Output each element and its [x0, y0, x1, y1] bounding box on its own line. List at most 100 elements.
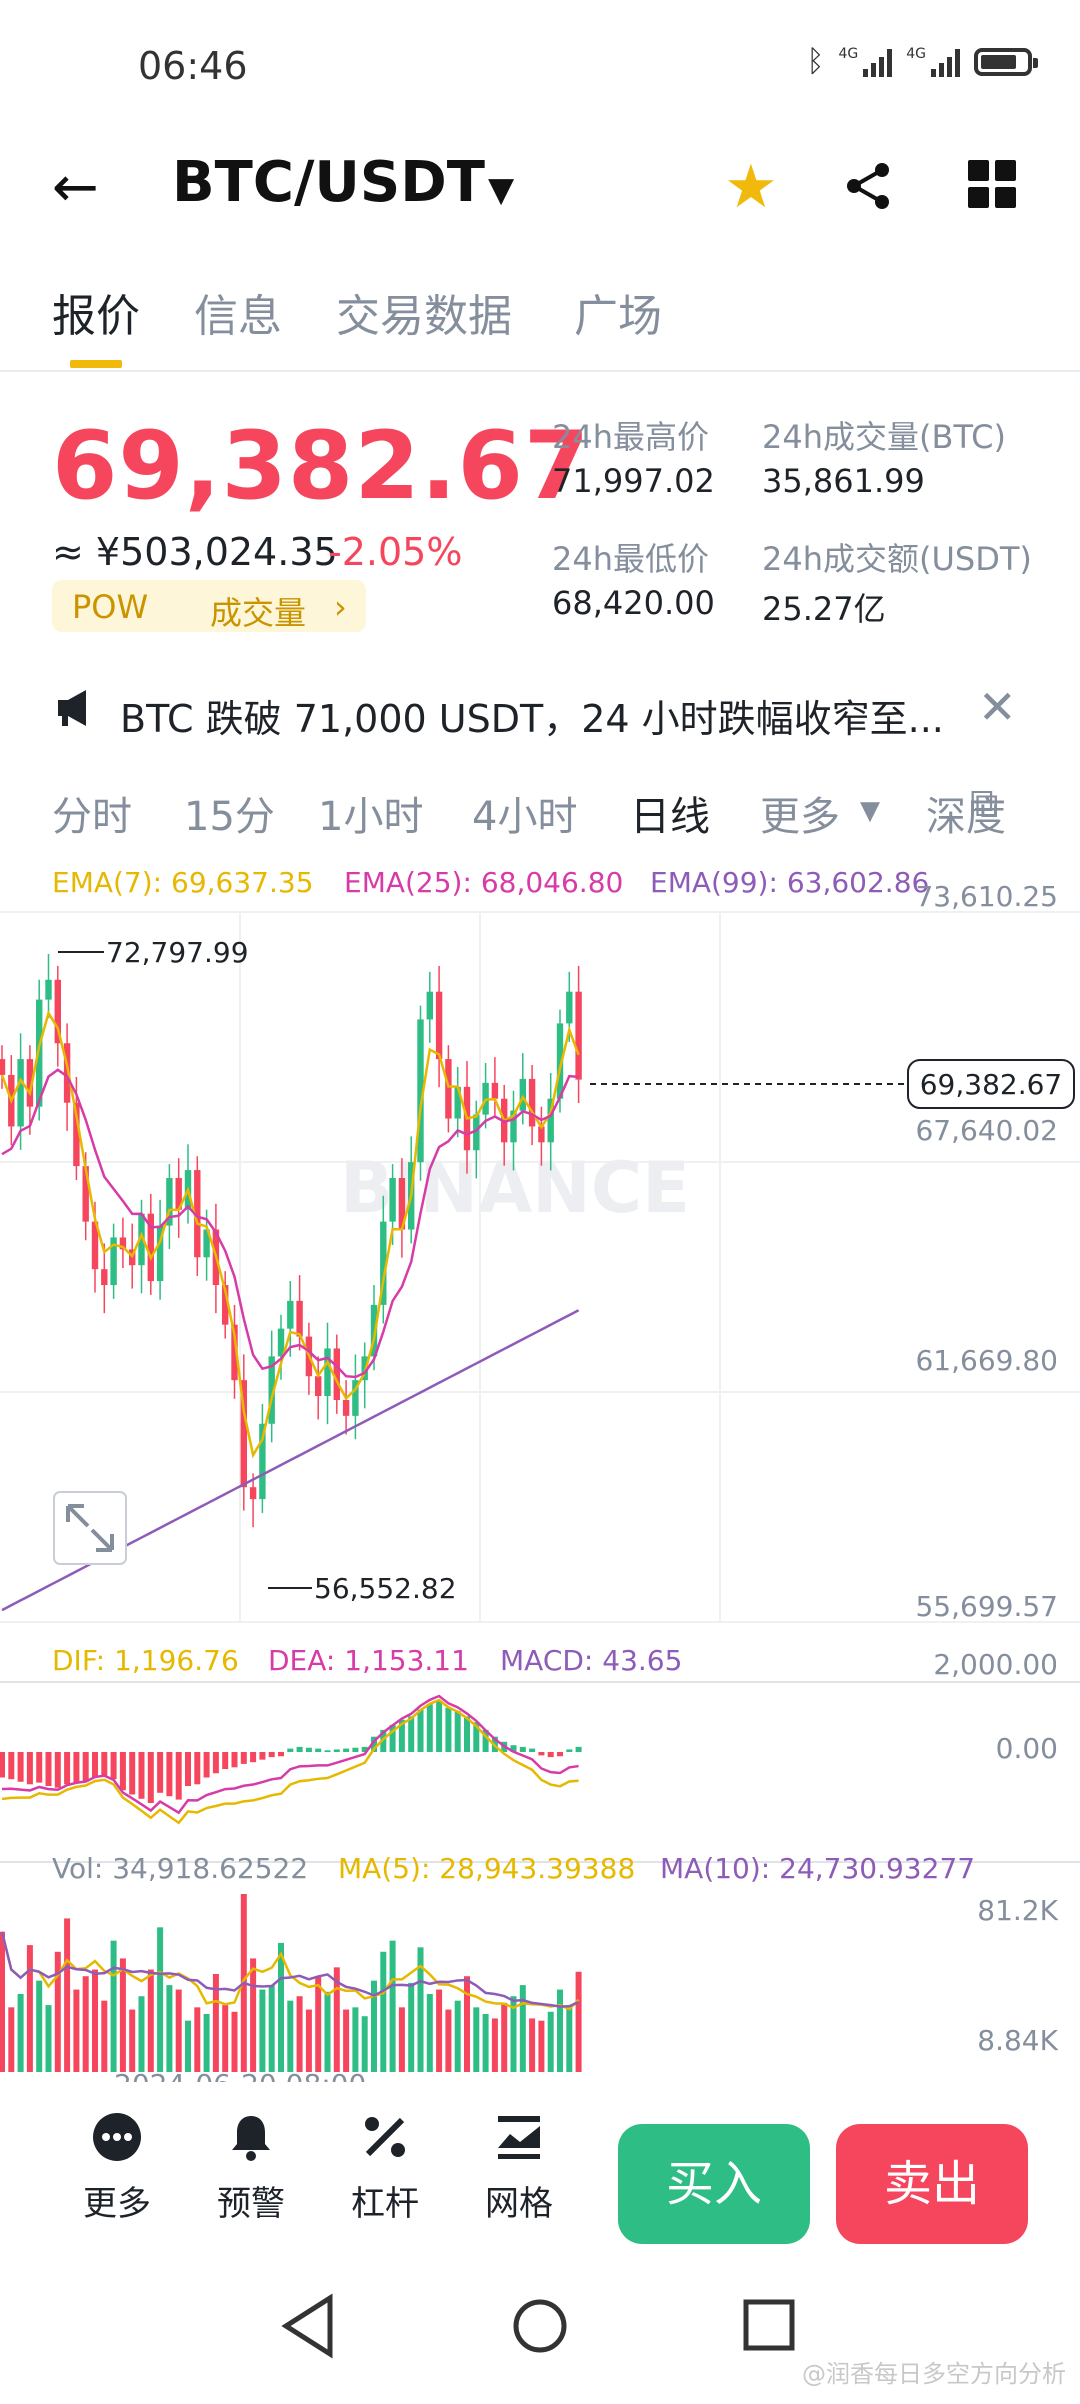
macd-bar	[268, 1752, 275, 1758]
volume-bar	[547, 2011, 554, 2074]
megaphone-icon	[54, 686, 98, 734]
macd-bar	[259, 1752, 266, 1760]
high-marker: 72,797.99	[58, 936, 249, 969]
chart-settings-icon[interactable]: ⧉	[970, 780, 999, 826]
candle	[342, 1399, 350, 1416]
nav-home-icon[interactable]	[513, 2299, 567, 2353]
leverage-button[interactable]: 杠杆	[330, 2112, 440, 2225]
grid-menu-icon[interactable]	[968, 160, 1016, 208]
interval-4h[interactable]: 4小时	[472, 784, 577, 842]
interval-more[interactable]: 更多	[760, 784, 840, 842]
candle	[45, 979, 52, 1000]
tag-bar[interactable]: POW 成交量 ›	[52, 580, 366, 632]
macd-bar	[73, 1752, 80, 1783]
buy-button[interactable]: 买入	[618, 2124, 810, 2244]
volume-bar	[185, 2020, 191, 2074]
back-arrow-icon[interactable]: ←	[52, 160, 99, 216]
candle	[519, 1078, 526, 1111]
price-change: -2.05%	[328, 530, 463, 574]
chart-area[interactable]: BINANCE EMA(7): 69,637.35 EMA(25): 68,04…	[0, 852, 1080, 2101]
volume-bar	[464, 1976, 470, 2074]
interval-1d[interactable]: 日线	[630, 784, 710, 842]
high-label: 24h最高价	[552, 418, 710, 456]
macd-bar	[36, 1752, 43, 1783]
price-chart[interactable]: BINANCE EMA(7): 69,637.35 EMA(25): 68,04…	[0, 852, 1080, 2101]
macd-bar	[454, 1711, 461, 1752]
volume-bar	[296, 1996, 303, 2074]
tag-volume: 成交量	[210, 594, 307, 632]
alert-label: 预警	[217, 2184, 285, 2224]
share-icon[interactable]	[842, 160, 894, 216]
volume-bar	[17, 1994, 24, 2074]
dif-label: DIF: 1,196.76	[52, 1644, 239, 1677]
high-value: 71,997.02	[552, 462, 715, 500]
bell-icon	[232, 2116, 270, 2161]
close-icon[interactable]: ✕	[978, 680, 1017, 734]
volume-bar	[519, 1985, 526, 2074]
macd-bar	[222, 1752, 229, 1769]
alert-button[interactable]: 预警	[196, 2112, 306, 2225]
grid-trading-icon	[498, 2116, 540, 2159]
volume-bar	[473, 2007, 480, 2074]
macd-bar	[231, 1752, 238, 1768]
candle	[491, 1082, 499, 1099]
interval-15m[interactable]: 15分	[184, 784, 275, 842]
news-banner[interactable]: BTC 跌破 71,000 USDT，24 小时跌幅收窄至... ✕	[0, 668, 1080, 758]
signal-icon-2: 4G	[906, 47, 960, 77]
volume-bar	[203, 2014, 210, 2074]
tab-trading-data[interactable]: 交易数据	[336, 280, 512, 344]
y-tick-2: 67,640.02	[915, 1114, 1058, 1147]
favorite-star-icon[interactable]: ★	[724, 152, 778, 222]
candle	[101, 1269, 108, 1286]
macd-bar	[8, 1752, 15, 1780]
vol-ma5-label: MA(5): 28,943.39388	[338, 1852, 635, 1885]
interval-timeline[interactable]: 分时	[52, 784, 132, 842]
volume-bar	[194, 2007, 201, 2074]
pair-title[interactable]: BTC/USDT	[172, 150, 485, 215]
volume-bar	[343, 2009, 350, 2074]
macd-bar	[82, 1752, 89, 1782]
x-axis-date: 2024-06-20 08:00	[114, 2068, 366, 2082]
vol-label: Vol: 34,918.62522	[52, 1852, 308, 1885]
tab-quote[interactable]: 报价	[52, 280, 140, 344]
dea-label: DEA: 1,153.11	[268, 1644, 469, 1677]
caret-down-icon[interactable]: ▼	[488, 170, 514, 210]
macd-bar	[175, 1752, 182, 1800]
y-tick-3: 61,669.80	[915, 1344, 1058, 1377]
last-price-tag-value: 69,382.67	[920, 1068, 1063, 1101]
last-price-tag[interactable]: 69,382.67	[907, 1059, 1075, 1109]
vol-usdt-label: 24h成交额(USDT)	[762, 540, 1032, 578]
tab-square[interactable]: 广场	[574, 280, 662, 344]
macd-bar	[194, 1752, 201, 1785]
caret-down-icon[interactable]: ▼	[860, 796, 880, 826]
macd-bar	[305, 1747, 312, 1752]
volume-bar	[315, 1976, 322, 2074]
volume-bar	[231, 2011, 238, 2074]
macd-bar	[445, 1707, 452, 1752]
more-button[interactable]: 更多	[62, 2112, 172, 2225]
tab-info[interactable]: 信息	[194, 280, 282, 344]
volume-bar	[501, 2002, 508, 2074]
macd-bar	[54, 1752, 61, 1788]
volume-bar	[557, 1989, 563, 2074]
sell-button[interactable]: 卖出	[836, 2124, 1028, 2244]
volume-bar	[408, 1982, 415, 2074]
macd-bar	[324, 1750, 331, 1752]
interval-1h[interactable]: 1小时	[318, 784, 423, 842]
expand-icon[interactable]	[53, 1491, 127, 1565]
volume-bar	[147, 1969, 154, 2074]
macd-bar	[464, 1716, 470, 1752]
volume-bar	[45, 2005, 52, 2074]
macd-bar	[566, 1749, 573, 1752]
leverage-label: 杠杆	[351, 2184, 419, 2224]
candle	[287, 1300, 294, 1329]
macd-bar	[426, 1704, 433, 1752]
volume-bar	[175, 1989, 182, 2074]
news-text[interactable]: BTC 跌破 71,000 USDT，24 小时跌幅收窄至...	[120, 688, 944, 743]
candle	[249, 1487, 257, 1500]
candle	[575, 991, 582, 1080]
nav-recents-icon[interactable]	[743, 2299, 795, 2351]
volume-bar	[73, 1989, 80, 2074]
nav-back-icon[interactable]	[281, 2293, 333, 2359]
grid-button[interactable]: 网格	[464, 2112, 574, 2225]
